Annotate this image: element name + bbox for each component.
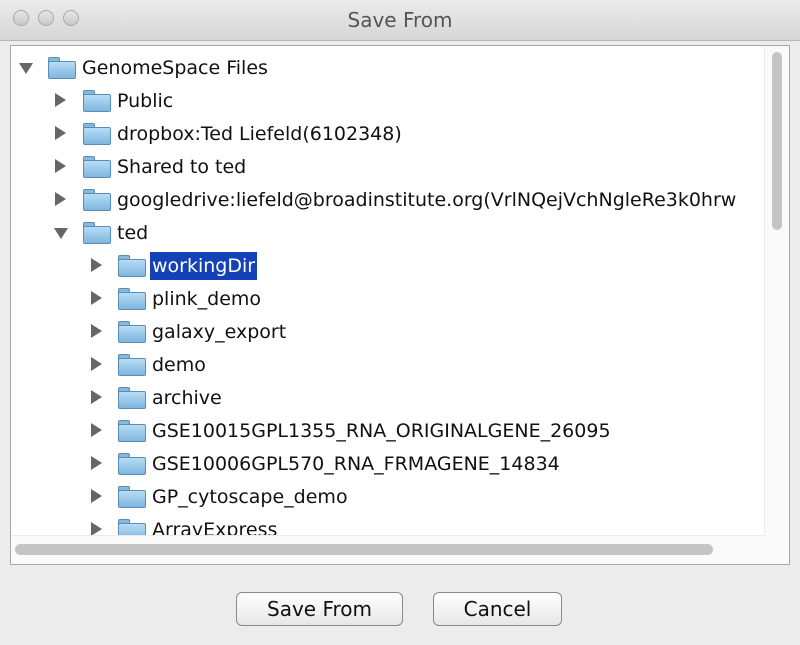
tree-node-label: GSE10015GPL1355_RNA_ORIGINALGENE_26095 <box>152 420 611 442</box>
folder-icon <box>83 222 111 244</box>
tree-node-ted[interactable]: ted <box>11 218 766 248</box>
save-from-button[interactable]: Save From <box>236 592 403 626</box>
tree-node-label: galaxy_export <box>152 321 287 343</box>
vertical-scrollbar[interactable] <box>764 46 789 536</box>
tree-node-label: archive <box>152 387 222 409</box>
vertical-scrollbar-thumb[interactable] <box>772 52 782 230</box>
expand-arrow-down-icon[interactable] <box>19 63 33 74</box>
horizontal-scrollbar-thumb[interactable] <box>15 544 713 555</box>
folder-icon <box>118 255 146 277</box>
folder-icon <box>83 90 111 112</box>
tree-node-plink-demo[interactable]: plink_demo <box>11 284 766 314</box>
expand-arrow-right-icon[interactable] <box>91 423 102 437</box>
tree-node-dropbox[interactable]: dropbox:Ted Liefeld(6102348) <box>11 119 766 149</box>
tree-node-gp-cytoscape-demo[interactable]: GP_cytoscape_demo <box>11 482 766 512</box>
folder-icon <box>83 156 111 178</box>
tree-node-workingdir[interactable]: workingDir <box>11 251 766 281</box>
tree-node-galaxy-export[interactable]: galaxy_export <box>11 317 766 347</box>
expand-arrow-right-icon[interactable] <box>55 126 66 140</box>
tree-node-label: Public <box>117 90 174 112</box>
expand-arrow-right-icon[interactable] <box>91 522 102 536</box>
tree-node-label: dropbox:Ted Liefeld(6102348) <box>117 123 402 145</box>
tree-node-label: ArrayExpress <box>152 519 278 536</box>
expand-arrow-right-icon[interactable] <box>55 93 66 107</box>
file-tree: GenomeSpace Files Public dropbox:Ted Lie… <box>11 46 766 536</box>
folder-icon <box>118 288 146 310</box>
expand-arrow-down-icon[interactable] <box>54 228 68 239</box>
tree-node-label: ted <box>117 222 149 244</box>
file-tree-panel: GenomeSpace Files Public dropbox:Ted Lie… <box>10 45 790 565</box>
folder-icon <box>118 486 146 508</box>
expand-arrow-right-icon[interactable] <box>91 324 102 338</box>
tree-node-demo[interactable]: demo <box>11 350 766 380</box>
folder-icon <box>118 453 146 475</box>
folder-icon <box>48 57 76 79</box>
expand-arrow-right-icon[interactable] <box>55 159 66 173</box>
folder-icon <box>83 189 111 211</box>
tree-node-label: GP_cytoscape_demo <box>152 486 348 508</box>
horizontal-scrollbar[interactable] <box>11 535 766 564</box>
window-title: Save From <box>347 8 453 32</box>
cancel-button[interactable]: Cancel <box>433 592 562 626</box>
tree-node-gse10006[interactable]: GSE10006GPL570_RNA_FRMAGENE_14834 <box>11 449 766 479</box>
tree-node-label: demo <box>152 354 206 376</box>
expand-arrow-right-icon[interactable] <box>91 258 102 272</box>
tree-node-archive[interactable]: archive <box>11 383 766 413</box>
folder-icon <box>118 387 146 409</box>
tree-node-label: GSE10006GPL570_RNA_FRMAGENE_14834 <box>152 453 560 475</box>
tree-node-label: plink_demo <box>152 288 262 310</box>
save-from-dialog: Save From GenomeSpace Files Public dropb… <box>0 0 800 645</box>
tree-node-shared-to-ted[interactable]: Shared to ted <box>11 152 766 182</box>
expand-arrow-right-icon[interactable] <box>91 357 102 371</box>
folder-icon <box>118 519 146 536</box>
tree-node-label: googledrive:liefeld@broadinstitute.org(V… <box>117 189 737 211</box>
tree-node-label: GenomeSpace Files <box>82 57 268 79</box>
tree-node-arrayexpress[interactable]: ArrayExpress <box>11 515 766 536</box>
tree-node-label-selected: workingDir <box>150 252 258 280</box>
tree-node-googledrive[interactable]: googledrive:liefeld@broadinstitute.org(V… <box>11 185 766 215</box>
folder-icon <box>118 354 146 376</box>
scrollbar-corner <box>765 536 789 564</box>
tree-node-gse10015[interactable]: GSE10015GPL1355_RNA_ORIGINALGENE_26095 <box>11 416 766 446</box>
folder-icon <box>83 123 111 145</box>
tree-node-public[interactable]: Public <box>11 86 766 116</box>
tree-root-genomespace-files[interactable]: GenomeSpace Files <box>11 53 766 83</box>
title-bar: Save From <box>0 0 800 41</box>
expand-arrow-right-icon[interactable] <box>91 489 102 503</box>
expand-arrow-right-icon[interactable] <box>91 291 102 305</box>
folder-icon <box>118 420 146 442</box>
expand-arrow-right-icon[interactable] <box>55 192 66 206</box>
folder-icon <box>118 321 146 343</box>
expand-arrow-right-icon[interactable] <box>91 390 102 404</box>
tree-node-label: Shared to ted <box>117 156 247 178</box>
expand-arrow-right-icon[interactable] <box>91 456 102 470</box>
